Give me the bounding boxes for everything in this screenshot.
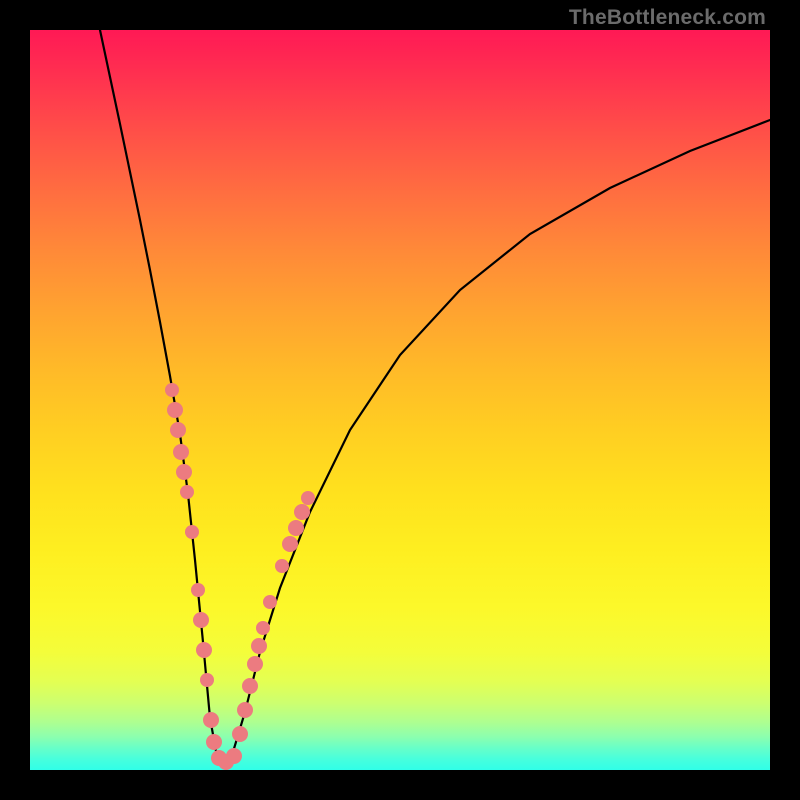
curve-marker [206, 734, 222, 750]
curve-marker [203, 712, 219, 728]
curve-marker [193, 612, 209, 628]
curve-marker [196, 642, 212, 658]
curve-marker [191, 583, 205, 597]
curve-marker [251, 638, 267, 654]
curve-marker [200, 673, 214, 687]
curve-marker [237, 702, 253, 718]
curve-marker [180, 485, 194, 499]
curve-marker [226, 748, 242, 764]
curve-marker [232, 726, 248, 742]
curve-marker [167, 402, 183, 418]
curve-marker [247, 656, 263, 672]
bottleneck-curve-svg [30, 30, 770, 770]
curve-markers-group [165, 383, 315, 770]
curve-marker [173, 444, 189, 460]
curve-marker [165, 383, 179, 397]
curve-marker [185, 525, 199, 539]
attribution-label: TheBottleneck.com [569, 6, 766, 30]
curve-marker [301, 491, 315, 505]
curve-marker [282, 536, 298, 552]
chart-plot-area [30, 30, 770, 770]
curve-marker [263, 595, 277, 609]
curve-marker [242, 678, 258, 694]
curve-marker [170, 422, 186, 438]
curve-marker [294, 504, 310, 520]
curve-marker [275, 559, 289, 573]
curve-marker [288, 520, 304, 536]
curve-marker [176, 464, 192, 480]
curve-marker [256, 621, 270, 635]
